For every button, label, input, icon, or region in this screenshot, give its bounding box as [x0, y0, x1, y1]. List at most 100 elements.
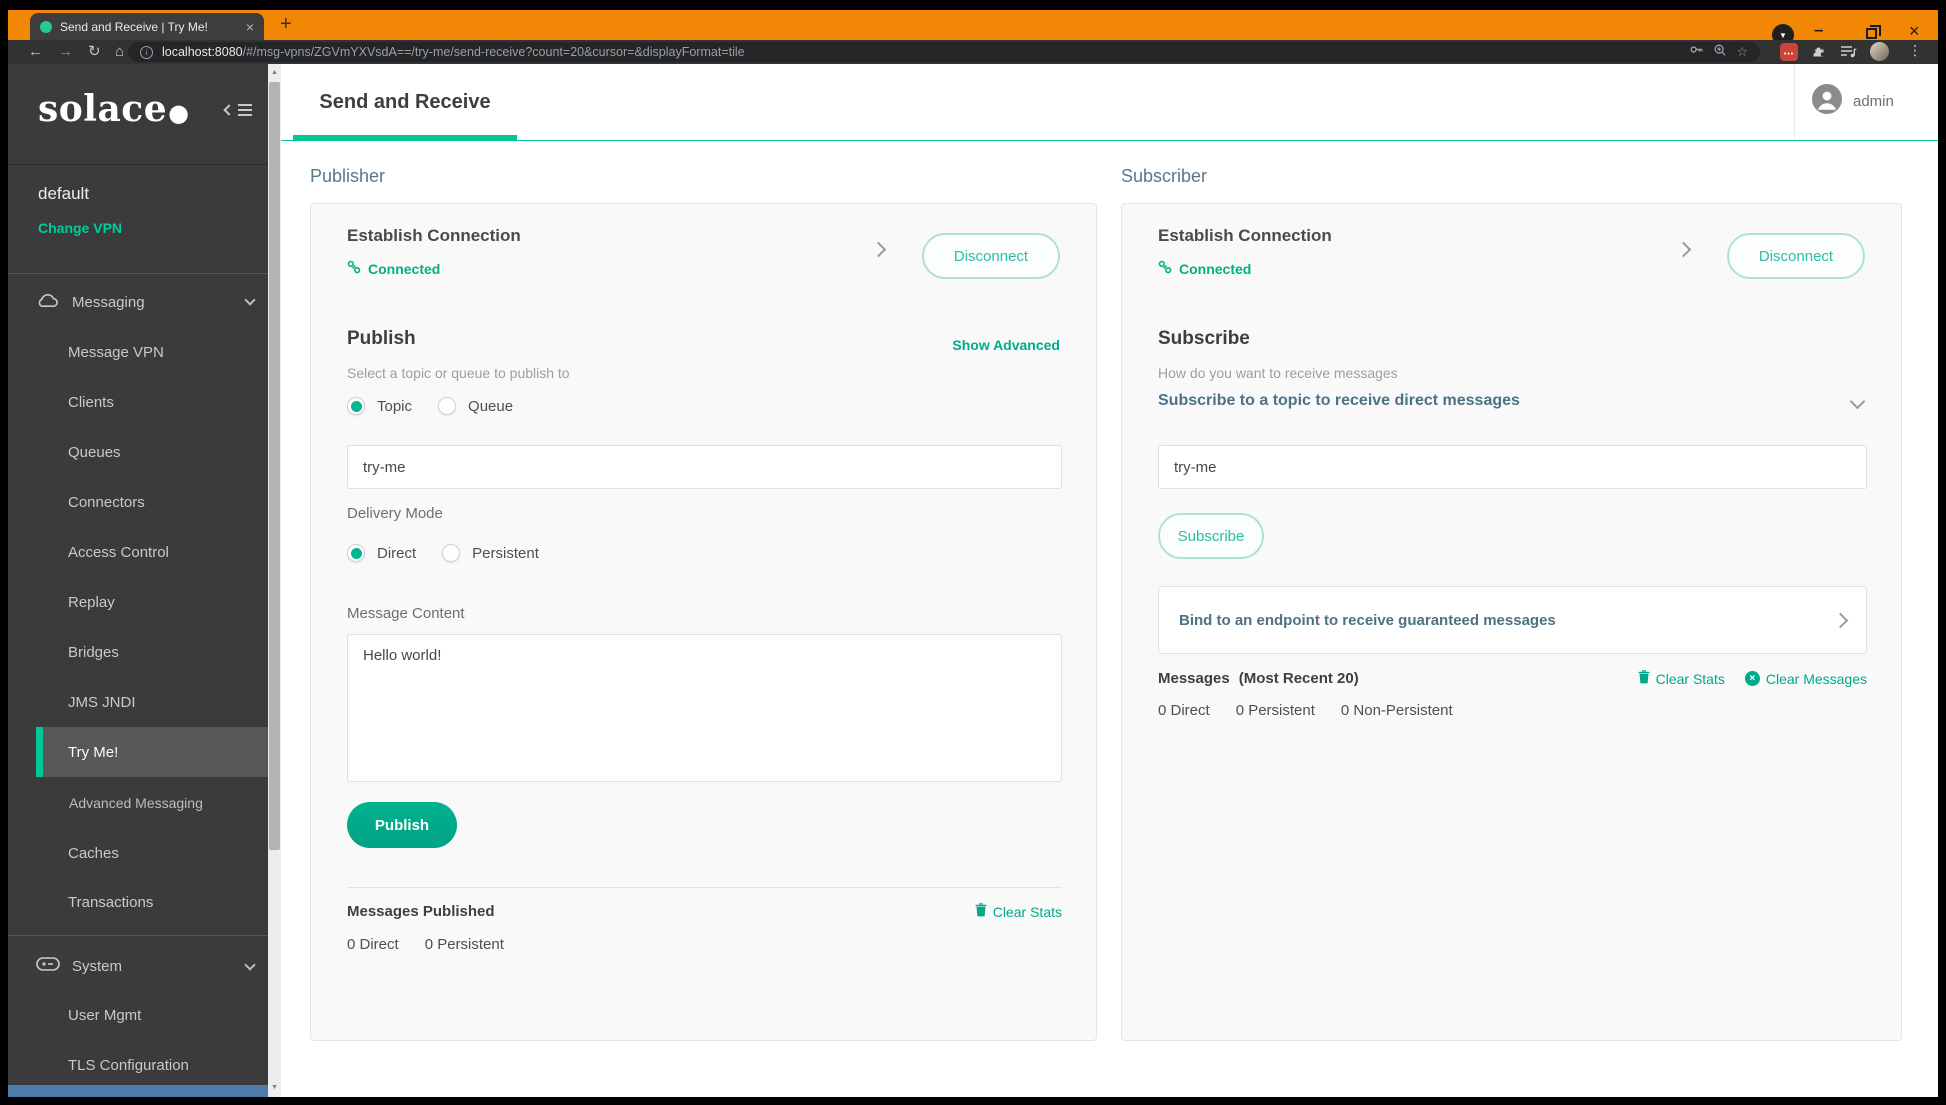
radio-unselected-icon[interactable] [438, 397, 457, 415]
sidebar-item-advanced-messaging[interactable]: Advanced Messaging [36, 777, 268, 829]
bind-endpoint-row[interactable]: Bind to an endpoint to receive guarantee… [1158, 586, 1867, 654]
sidebar-section-system[interactable]: System [36, 942, 268, 990]
status-label: Connected [1179, 260, 1252, 277]
sidebar-item-access-control[interactable]: Access Control [36, 527, 268, 577]
radio-selected-icon[interactable] [347, 544, 365, 562]
publish-topic-input[interactable] [347, 445, 1062, 489]
scroll-down-icon[interactable]: ▼ [268, 1081, 281, 1095]
extensions-puzzle-icon[interactable] [1811, 43, 1827, 64]
tab-favicon-icon [40, 20, 52, 33]
sidebar-item-replay[interactable]: Replay [36, 577, 268, 627]
browser-tab[interactable]: Send and Receive | Try Me! × [30, 13, 264, 40]
browser-toolbar: ← → ↻ ⌂ i localhost:8080/#/msg-vpns/ZGVm… [8, 40, 1938, 64]
sidebar-item-transactions[interactable]: Transactions [36, 877, 268, 927]
browser-menu-icon[interactable]: ⋮ [1908, 42, 1922, 59]
trash-icon [1638, 670, 1650, 687]
sidebar-item-user-mgmt[interactable]: User Mgmt [36, 990, 268, 1040]
show-advanced-link[interactable]: Show Advanced [952, 337, 1060, 353]
menu-bars-icon [238, 104, 252, 116]
subscribe-section-heading: Subscribe [1158, 328, 1250, 349]
window-close-button[interactable]: × [1909, 21, 1920, 42]
sidebar-item-connectors[interactable]: Connectors [36, 477, 268, 527]
sidebar-item-tls-configuration[interactable]: TLS Configuration [36, 1040, 268, 1090]
establish-connection-title[interactable]: Establish Connection [347, 226, 521, 246]
delivery-mode-radio-group: Direct Persistent [347, 544, 539, 562]
sidebar-item-queues[interactable]: Queues [36, 427, 268, 477]
bind-endpoint-label: Bind to an endpoint to receive guarantee… [1179, 611, 1556, 629]
chevron-down-icon [1849, 393, 1866, 409]
radio-direct[interactable]: Direct [347, 544, 416, 562]
message-content-textarea[interactable]: Hello world! [347, 634, 1062, 782]
establish-connection-title[interactable]: Establish Connection [1158, 226, 1332, 246]
window-minimize-button[interactable]: – [1814, 20, 1823, 40]
section-label: Messaging [72, 293, 145, 311]
window-restore-icon[interactable] [1866, 25, 1881, 39]
x-circle-icon: × [1744, 671, 1760, 686]
publish-button[interactable]: Publish [347, 802, 457, 848]
sidebar-logo-block: solace● [8, 64, 268, 165]
radio-label: Queue [468, 397, 514, 415]
cloud-icon [36, 292, 60, 312]
browser-tab-strip: Send and Receive | Try Me! × + ▼ – × [8, 10, 1938, 46]
zoom-icon[interactable] [1713, 43, 1727, 62]
subscribe-topic-input[interactable] [1158, 445, 1867, 489]
publisher-disconnect-button[interactable]: Disconnect [922, 233, 1060, 279]
sidebar-collapse-icon[interactable] [223, 104, 252, 116]
bookmark-star-icon[interactable]: ☆ [1736, 44, 1748, 60]
reload-icon[interactable]: ↻ [88, 41, 101, 63]
subscriber-clear-stats-link[interactable]: Clear Stats [1638, 670, 1725, 687]
screen: Send and Receive | Try Me! × + ▼ – × ← →… [0, 0, 1946, 1105]
sidebar-item-try-me-active[interactable]: Try Me! [36, 727, 268, 777]
password-key-icon[interactable] [1689, 42, 1704, 62]
browser-profile-avatar[interactable] [1870, 42, 1889, 61]
tab-close-icon[interactable]: × [246, 20, 254, 34]
radio-selected-icon[interactable] [347, 397, 365, 415]
extension-adblock-icon[interactable]: ••• [1780, 43, 1798, 61]
sidebar-item-bridges[interactable]: Bridges [36, 627, 268, 677]
url-text[interactable]: localhost:8080/#/msg-vpns/ZGVmYXVsdA==/t… [162, 45, 1680, 59]
stat-persistent: 0 Persistent [1235, 702, 1315, 719]
chevron-right-icon[interactable] [1675, 241, 1692, 258]
scroll-up-icon[interactable]: ▲ [268, 66, 281, 80]
sidebar-item-message-vpn[interactable]: Message VPN [36, 327, 268, 377]
user-menu[interactable]: admin [1794, 64, 1938, 139]
sidebar-item-caches[interactable]: Caches [36, 829, 268, 877]
radio-queue[interactable]: Queue [438, 397, 513, 415]
address-bar[interactable]: i localhost:8080/#/msg-vpns/ZGVmYXVsdA==… [128, 42, 1760, 62]
sidebar-section-messaging[interactable]: Messaging [36, 277, 268, 327]
publisher-clear-stats-link[interactable]: Clear Stats [975, 903, 1062, 920]
stat-non-persistent: 0 Non-Persistent [1340, 702, 1453, 719]
messages-title-group: Messages (Most Recent 20) [1158, 670, 1359, 687]
home-icon[interactable]: ⌂ [115, 41, 124, 63]
chevron-left-icon [223, 104, 235, 116]
sidebar-nav: Messaging Message VPN Clients Queues Con… [8, 277, 268, 1090]
back-icon[interactable]: ← [28, 41, 43, 63]
new-tab-button[interactable]: + [280, 13, 292, 36]
radio-topic[interactable]: Topic [347, 397, 412, 415]
subscribe-mode-dropdown[interactable]: Subscribe to a topic to receive direct m… [1158, 392, 1867, 410]
radio-persistent[interactable]: Persistent [442, 544, 539, 562]
site-info-icon[interactable]: i [140, 45, 153, 59]
user-avatar-icon [1812, 84, 1842, 119]
messages-row: Messages (Most Recent 20) Clear Stats × … [1158, 670, 1867, 687]
clear-messages-link[interactable]: × Clear Messages [1744, 670, 1867, 687]
change-vpn-link[interactable]: Change VPN [38, 220, 122, 236]
vertical-scrollbar[interactable]: ▲ ▼ [268, 64, 281, 1097]
scrollbar-thumb[interactable] [269, 82, 280, 850]
item-label: Transactions [68, 893, 154, 911]
subscribe-mode-label: Subscribe to a topic to receive direct m… [1158, 392, 1520, 409]
forward-icon[interactable]: → [58, 41, 73, 63]
tab-send-and-receive[interactable]: Send and Receive [293, 64, 517, 140]
sidebar-item-jms-jndi[interactable]: JMS JNDI [36, 677, 268, 727]
item-label: Bridges [68, 643, 119, 661]
horizontal-scrollbar[interactable] [8, 1085, 268, 1097]
sidebar-item-clients[interactable]: Clients [36, 377, 268, 427]
status-label: Connected [368, 260, 441, 277]
radio-unselected-icon[interactable] [442, 544, 461, 562]
messages-title: Messages [1158, 670, 1230, 687]
playlist-extension-icon[interactable] [1840, 43, 1857, 64]
subscribe-button[interactable]: Subscribe [1158, 513, 1264, 559]
chevron-right-icon[interactable] [870, 241, 887, 258]
subscriber-disconnect-button[interactable]: Disconnect [1727, 233, 1865, 279]
connection-status: Connected [1158, 260, 1251, 277]
